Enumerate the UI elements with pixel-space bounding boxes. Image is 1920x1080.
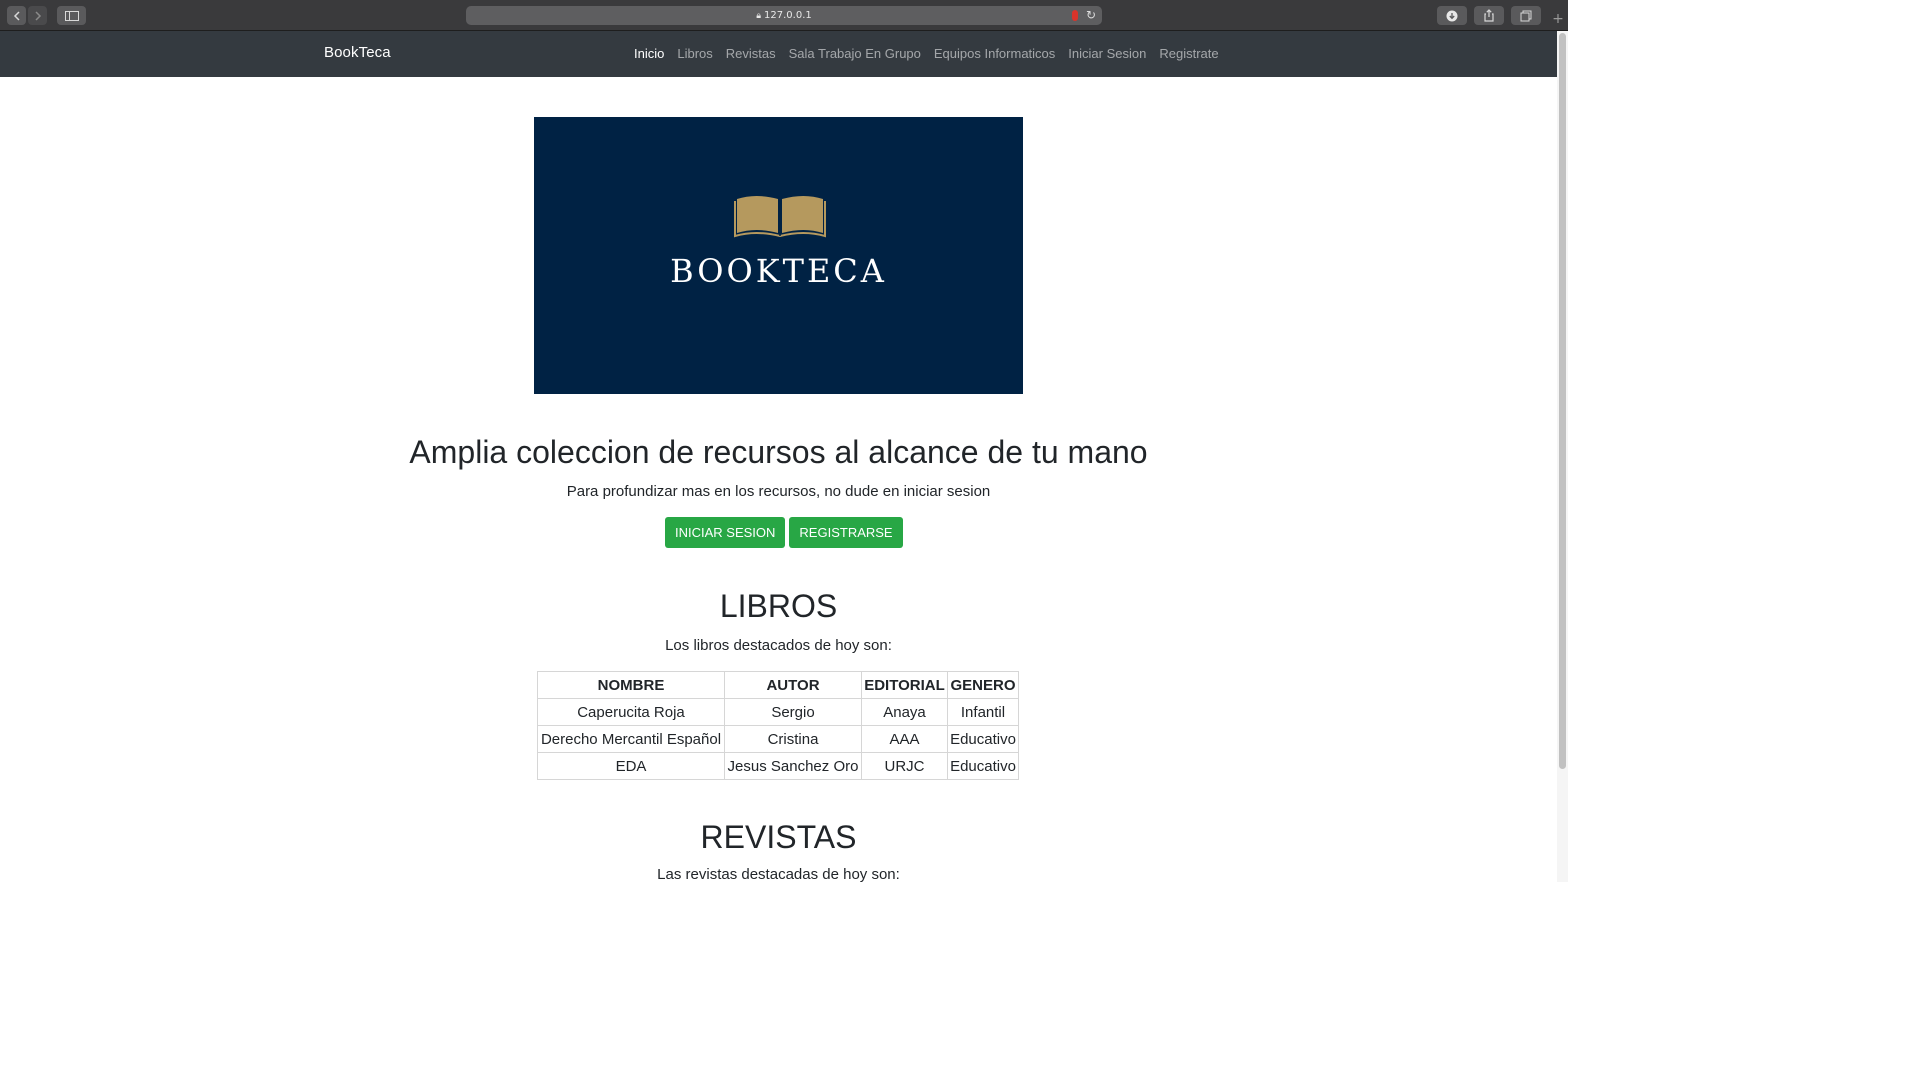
nav-link-sala-trabajo[interactable]: Sala Trabajo En Grupo [789, 46, 921, 61]
lock-icon: 🔒︎ [756, 10, 762, 21]
revistas-section-subtitle: Las revistas destacadas de hoy son: [657, 866, 900, 883]
nav-link-revistas[interactable]: Revistas [726, 46, 776, 61]
cell-genero: Educativo [947, 725, 1019, 753]
open-book-icon [734, 196, 826, 238]
reload-icon[interactable]: ↻ [1086, 8, 1096, 22]
nav-link-equipos[interactable]: Equipos Informaticos [934, 46, 1055, 61]
sidebar-toggle-button[interactable] [57, 6, 86, 25]
cell-editorial: URJC [861, 752, 948, 780]
column-header-editorial: EDITORIAL [861, 671, 948, 699]
site-navbar: BookTeca Inicio Libros Revistas Sala Tra… [0, 31, 1557, 77]
cell-editorial: AAA [861, 725, 948, 753]
column-header-genero: GENERO [947, 671, 1019, 699]
nav-link-inicio[interactable]: Inicio [634, 46, 664, 61]
sidebar-icon [64, 10, 79, 21]
libros-section-subtitle: Los libros destacados de hoy son: [665, 637, 892, 654]
table-row: Derecho Mercantil Español Cristina AAA E… [537, 725, 1019, 753]
hero-title: Amplia coleccion de recursos al alcance … [409, 434, 1148, 470]
nav-link-libros[interactable]: Libros [677, 46, 712, 61]
chevron-right-icon [34, 10, 41, 21]
register-button[interactable]: REGISTRARSE [789, 517, 903, 548]
forward-button[interactable] [28, 6, 47, 25]
nav-link-iniciar-sesion[interactable]: Iniciar Sesion [1068, 46, 1146, 61]
cell-autor: Jesus Sanchez Oro [724, 752, 862, 780]
new-tab-button[interactable]: + [1548, 8, 1568, 31]
share-icon [1484, 9, 1494, 22]
nav-link-registrate[interactable]: Registrate [1159, 46, 1218, 61]
login-button[interactable]: INICIAR SESION [665, 517, 786, 548]
scrollbar-thumb[interactable] [1559, 33, 1566, 769]
featured-books-table: NOMBRE AUTOR EDITORIAL GENERO Caperucita… [537, 671, 1019, 780]
hero-subtitle: Para profundizar mas en los recursos, no… [566, 483, 991, 500]
brand-logo-link[interactable]: BookTeca [324, 44, 391, 61]
table-row: EDA Jesus Sanchez Oro URJC Educativo [537, 752, 1019, 780]
nav-links: Inicio Libros Revistas Sala Trabajo En G… [634, 46, 1232, 61]
address-bar[interactable]: 🔒︎ 127.0.0.1 ↻ [466, 6, 1102, 25]
revistas-section-title: REVISTAS [700, 819, 857, 855]
cell-autor: Cristina [724, 725, 862, 753]
tabs-icon [1520, 10, 1532, 21]
tabs-overview-button[interactable] [1511, 6, 1541, 25]
browser-toolbar: 🔒︎ 127.0.0.1 ↻ + [0, 0, 1568, 31]
back-button[interactable] [7, 6, 26, 25]
cell-nombre: Caperucita Roja [537, 698, 725, 726]
cell-editorial: Anaya [861, 698, 948, 726]
url-text: 127.0.0.1 [764, 10, 812, 21]
cell-genero: Infantil [947, 698, 1019, 726]
page-scrollbar[interactable] [1557, 31, 1568, 882]
downloads-button[interactable] [1437, 6, 1467, 25]
column-header-autor: AUTOR [724, 671, 862, 699]
microphone-icon[interactable] [1072, 10, 1078, 21]
cell-genero: Educativo [947, 752, 1019, 780]
libros-section-title: LIBROS [719, 588, 838, 624]
cell-autor: Sergio [724, 698, 862, 726]
cell-nombre: Derecho Mercantil Español [537, 725, 725, 753]
chevron-left-icon [13, 10, 20, 21]
download-icon [1446, 10, 1458, 21]
share-button[interactable] [1474, 6, 1504, 25]
cell-nombre: EDA [537, 752, 725, 780]
banner-logo-text: BOOKTECA [670, 252, 887, 290]
table-row: Caperucita Roja Sergio Anaya Infantil [537, 698, 1019, 726]
column-header-nombre: NOMBRE [537, 671, 725, 699]
table-header-row: NOMBRE AUTOR EDITORIAL GENERO [537, 671, 1019, 699]
bookteca-banner-image: BOOKTECA [534, 117, 1023, 394]
hero-button-group: INICIAR SESION REGISTRARSE [665, 517, 903, 548]
